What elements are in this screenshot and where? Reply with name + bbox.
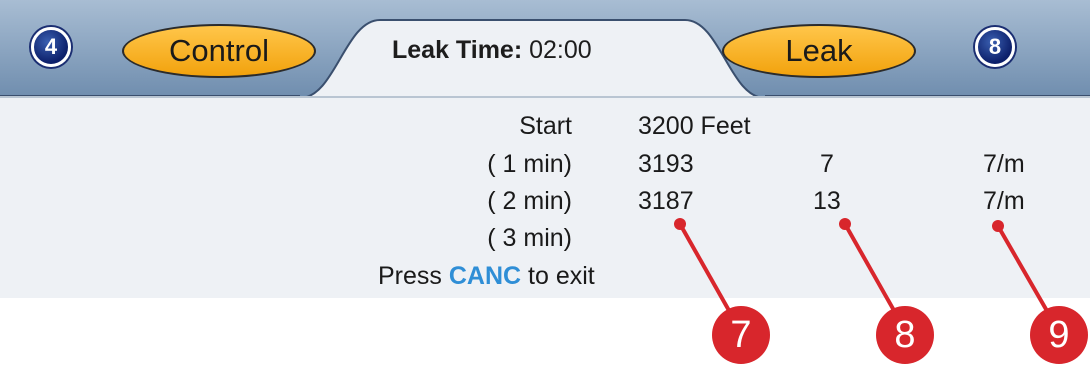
callout-7-number: 7 (730, 313, 752, 356)
row-1min-loss: 7 (820, 150, 834, 178)
row-1min-rate: 7/m (983, 150, 1025, 178)
top-bar: 4 Control Leak Time: 02:00 Leak 8 (0, 0, 1090, 98)
leak-button[interactable]: Leak (722, 24, 916, 78)
callout-9-number: 9 (1048, 313, 1070, 356)
row-1min-reading: 3193 (638, 150, 694, 178)
badge-right-number: 8 (988, 34, 1002, 59)
row-label-3min: ( 3 min) (487, 224, 572, 252)
row-2min-loss: 13 (813, 187, 841, 215)
leak-time-value: 02:00 (529, 36, 592, 64)
callout-9: 9 (1030, 306, 1088, 364)
leak-button-label: Leak (785, 33, 853, 68)
control-button[interactable]: Control (122, 24, 316, 78)
callout-8-number: 8 (894, 313, 916, 356)
start-value: 3200 Feet (638, 112, 751, 140)
row-label-2min: ( 2 min) (487, 187, 572, 215)
screen-number-badge-left: 4 (31, 27, 71, 67)
row-2min-rate: 7/m (983, 187, 1025, 215)
badge-left-number: 4 (44, 34, 58, 59)
row-2min-reading: 3187 (638, 187, 694, 215)
leak-time-title: Leak Time: 02:00 (392, 36, 592, 65)
exit-instruction: Press CANC to exit (378, 262, 595, 291)
callout-8: 8 (876, 306, 934, 364)
control-button-label: Control (169, 33, 269, 68)
exit-press-text: Press (378, 262, 442, 290)
screen-number-badge-right: 8 (975, 27, 1015, 67)
leak-time-label: Leak Time: (392, 36, 523, 64)
canc-key-label: CANC (448, 262, 522, 290)
exit-suffix-text: to exit (528, 262, 595, 290)
row-label-start: Start (519, 112, 572, 140)
callout-7: 7 (712, 306, 770, 364)
row-label-1min: ( 1 min) (487, 150, 572, 178)
